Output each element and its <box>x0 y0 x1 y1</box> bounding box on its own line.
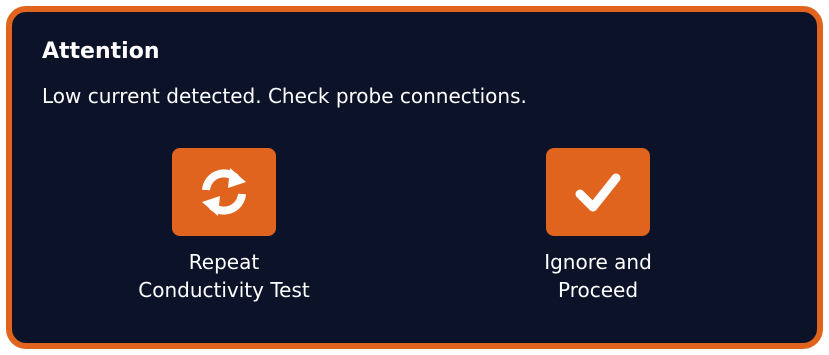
dialog-title: Attention <box>42 39 160 64</box>
repeat-conductivity-test-label: Repeat Conductivity Test <box>138 250 310 302</box>
attention-dialog: Attention Low current detected. Check pr… <box>6 6 823 349</box>
repeat-icon[interactable] <box>172 148 276 236</box>
repeat-conductivity-test-button[interactable]: Repeat Conductivity Test <box>94 148 354 304</box>
ignore-and-proceed-label: Ignore and Proceed <box>544 250 652 302</box>
checkmark-icon[interactable] <box>546 148 650 236</box>
dialog-message: Low current detected. Check probe connec… <box>42 84 527 108</box>
ignore-and-proceed-button[interactable]: Ignore and Proceed <box>468 148 728 304</box>
